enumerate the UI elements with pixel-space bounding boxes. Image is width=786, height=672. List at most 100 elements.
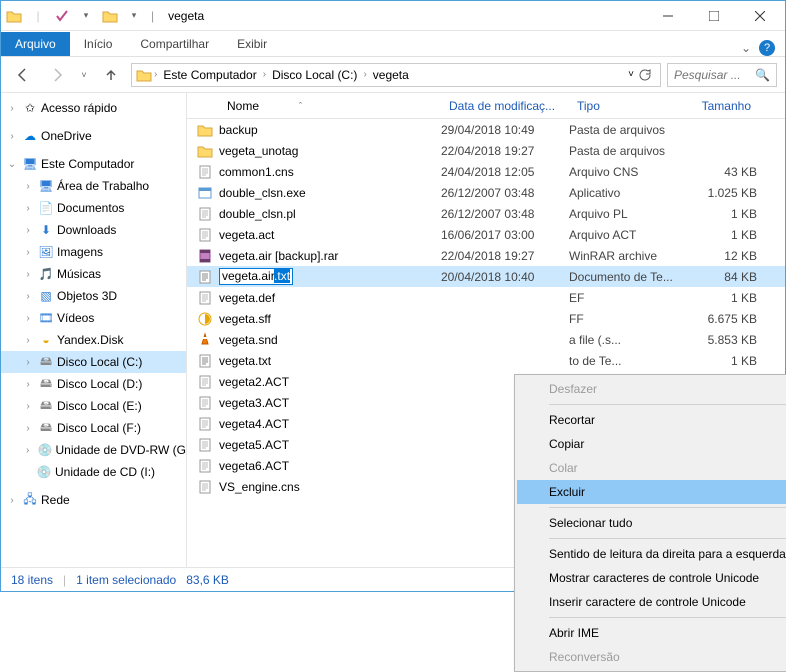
file-row[interactable]: double_clsn.exe26/12/2007 03:48Aplicativ… [187, 182, 785, 203]
tree-pictures[interactable]: ›🖼Imagens [1, 241, 186, 263]
tree-network[interactable]: ›🖧Rede [1, 489, 186, 511]
file-row[interactable]: double_clsn.pl26/12/2007 03:48Arquivo PL… [187, 203, 785, 224]
expand-icon[interactable]: › [21, 203, 35, 214]
tree-3d-objects[interactable]: ›▧Objetos 3D [1, 285, 186, 307]
file-row[interactable]: vegeta.defEF1 KB [187, 287, 785, 308]
tree-dvd[interactable]: ›💿Unidade de DVD-RW (G [1, 439, 186, 461]
file-row[interactable]: vegeta.air.txt20/04/2018 10:40Documento … [187, 266, 785, 287]
chevron-right-icon[interactable]: › [154, 69, 157, 80]
help-icon[interactable]: ? [759, 40, 775, 56]
file-size: 84 KB [691, 270, 757, 284]
expand-icon[interactable]: › [21, 247, 35, 258]
ctx-insert-unicode[interactable]: Inserir caractere de controle Unicode▶ [517, 590, 786, 614]
tree-this-pc[interactable]: ⌄🖥Este Computador [1, 153, 186, 175]
navigation-pane[interactable]: ›✩Acesso rápido ›☁OneDrive ⌄🖥Este Comput… [1, 93, 187, 568]
column-name[interactable]: Nomeˆ [219, 95, 441, 117]
tab-home[interactable]: Início [70, 32, 127, 56]
expand-icon[interactable]: › [21, 357, 35, 368]
file-row[interactable]: vegeta.txtto de Te...1 KB [187, 350, 785, 371]
tree-documents[interactable]: ›📄Documentos [1, 197, 186, 219]
file-row[interactable]: vegeta.air [backup].rar22/04/2018 19:27W… [187, 245, 785, 266]
search-input[interactable] [674, 68, 744, 82]
file-type: Arquivo CNS [569, 165, 691, 179]
expand-icon[interactable]: › [5, 495, 19, 506]
expand-icon[interactable]: › [21, 291, 35, 302]
file-row[interactable]: common1.cns24/04/2018 12:05Arquivo CNS43… [187, 161, 785, 182]
tab-view[interactable]: Exibir [223, 32, 281, 56]
file-name: VS_engine.cns [219, 480, 441, 494]
chevron-right-icon[interactable]: › [263, 69, 266, 80]
expand-icon[interactable]: › [21, 225, 35, 236]
maximize-button[interactable] [691, 1, 737, 31]
qat-dropdown-icon[interactable]: ▾ [75, 5, 97, 27]
tree-disk-f[interactable]: ›🖴Disco Local (F:) [1, 417, 186, 439]
expand-icon[interactable]: › [21, 181, 35, 192]
tree-desktop[interactable]: ›🖥Área de Trabalho [1, 175, 186, 197]
expand-icon[interactable]: › [21, 445, 34, 456]
breadcrumb-bar[interactable]: › Este Computador › Disco Local (C:) › v… [131, 63, 661, 87]
computer-icon: 🖥 [21, 157, 39, 171]
expand-icon[interactable]: › [21, 313, 35, 324]
ctx-copy[interactable]: Copiar [517, 432, 786, 456]
ctx-open-ime[interactable]: Abrir IME [517, 621, 786, 645]
rename-input[interactable]: vegeta.air.txt [219, 268, 293, 285]
ctx-cut[interactable]: Recortar [517, 408, 786, 432]
ctx-undo[interactable]: Desfazer [517, 377, 786, 401]
ribbon-expand-icon[interactable]: ⌄ [741, 41, 751, 55]
up-button[interactable] [97, 61, 125, 89]
ctx-rtl[interactable]: Sentido de leitura da direita para a esq… [517, 542, 786, 566]
qat-chevron-icon[interactable]: ▾ [123, 5, 145, 27]
file-row[interactable]: vegeta.act16/06/2017 03:00Arquivo ACT1 K… [187, 224, 785, 245]
ctx-select-all[interactable]: Selecionar tudo [517, 511, 786, 535]
column-type[interactable]: Tipo [569, 95, 691, 117]
tree-disk-d[interactable]: ›🖴Disco Local (D:) [1, 373, 186, 395]
search-box[interactable]: 🔍 [667, 63, 777, 87]
tree-quick-access[interactable]: ›✩Acesso rápido [1, 97, 186, 119]
ctx-show-unicode[interactable]: Mostrar caracteres de controle Unicode [517, 566, 786, 590]
close-button[interactable] [737, 1, 783, 31]
ctx-paste[interactable]: Colar [517, 456, 786, 480]
minimize-button[interactable] [645, 1, 691, 31]
tab-share[interactable]: Compartilhar [126, 32, 223, 56]
expand-icon[interactable]: › [5, 103, 19, 114]
ctx-delete[interactable]: Excluir [517, 480, 786, 504]
collapse-icon[interactable]: ⌄ [5, 159, 19, 170]
expand-icon[interactable]: › [21, 269, 35, 280]
crumb-folder[interactable]: vegeta [369, 66, 413, 84]
tree-disk-e[interactable]: ›🖴Disco Local (E:) [1, 395, 186, 417]
column-size[interactable]: Tamanho [691, 95, 759, 117]
qat-separator: | [27, 5, 49, 27]
expand-icon[interactable]: › [5, 131, 19, 142]
search-icon[interactable]: 🔍 [755, 68, 770, 82]
expand-icon[interactable]: › [21, 423, 35, 434]
file-row[interactable]: vegeta_unotag22/04/2018 19:27Pasta de ar… [187, 140, 785, 161]
tab-file[interactable]: Arquivo [1, 32, 70, 56]
expand-icon[interactable]: › [21, 379, 35, 390]
tree-cd[interactable]: 💿Unidade de CD (I:) [1, 461, 186, 483]
crumb-pc[interactable]: Este Computador [159, 66, 260, 84]
file-row[interactable]: backup29/04/2018 10:49Pasta de arquivos [187, 119, 785, 140]
properties-icon[interactable] [51, 5, 73, 27]
recent-dropdown[interactable]: ˅ [77, 61, 91, 89]
forward-button[interactable] [43, 61, 71, 89]
refresh-icon[interactable] [638, 68, 652, 82]
title-separator: | [151, 9, 154, 23]
tree-yandex[interactable]: ›◒Yandex.Disk [1, 329, 186, 351]
tree-videos[interactable]: ›🎞Vídeos [1, 307, 186, 329]
expand-icon[interactable]: › [21, 401, 35, 412]
tree-onedrive[interactable]: ›☁OneDrive [1, 125, 186, 147]
column-date[interactable]: Data de modificaç... [441, 95, 569, 117]
chevron-right-icon[interactable]: › [363, 69, 366, 80]
ctx-reconversion[interactable]: Reconversão [517, 645, 786, 669]
tree-music[interactable]: ›🎵Músicas [1, 263, 186, 285]
file-size: 1 KB [691, 354, 757, 368]
file-row[interactable]: vegeta.snda file (.s...5.853 KB [187, 329, 785, 350]
address-dropdown-icon[interactable]: ˅ [628, 69, 634, 80]
tree-downloads[interactable]: ›⬇Downloads [1, 219, 186, 241]
file-name: vegeta_unotag [219, 144, 441, 158]
back-button[interactable] [9, 61, 37, 89]
crumb-disk[interactable]: Disco Local (C:) [268, 66, 361, 84]
file-row[interactable]: vegeta.sffFF6.675 KB [187, 308, 785, 329]
tree-disk-c[interactable]: ›🖴Disco Local (C:) [1, 351, 186, 373]
expand-icon[interactable]: › [21, 335, 35, 346]
